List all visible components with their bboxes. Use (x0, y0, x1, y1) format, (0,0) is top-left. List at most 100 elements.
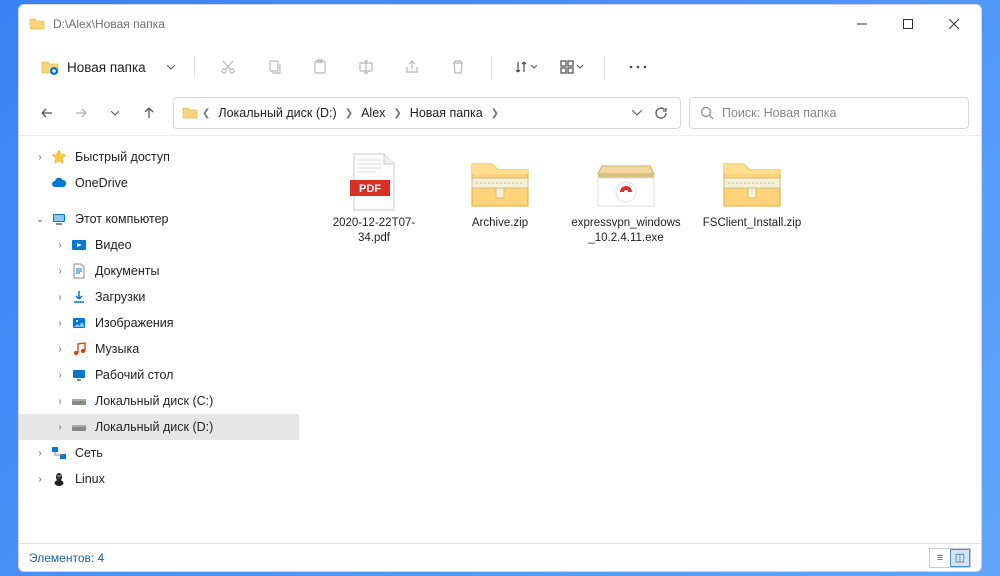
sidebar-item[interactable]: › Linux (19, 466, 299, 492)
navigation-pane[interactable]: ›Быстрый доступ OneDrive ⌄Этот компьютер›В… (19, 136, 299, 543)
pdf-file-icon: PDF (342, 152, 406, 212)
address-row: ❮ Локальный диск (D:) ❯ Alex ❯ Новая пап… (19, 91, 981, 135)
refresh-button[interactable] (654, 106, 668, 120)
svg-text:PDF: PDF (359, 183, 381, 195)
file-item[interactable]: Archive.zip (445, 152, 555, 246)
pc-icon (51, 211, 67, 227)
sidebar-item-label: Загрузки (95, 290, 145, 304)
sidebar-item[interactable]: OneDrive (19, 170, 299, 196)
sort-button[interactable] (504, 50, 546, 84)
item-count: Элементов: 4 (29, 551, 104, 565)
search-placeholder: Поиск: Новая папка (722, 106, 836, 120)
separator (604, 56, 605, 78)
chevron-down-icon[interactable] (632, 110, 642, 116)
expand-toggle[interactable]: › (53, 240, 67, 251)
paste-button[interactable] (299, 50, 341, 84)
view-button[interactable] (550, 50, 592, 84)
back-button[interactable] (31, 97, 63, 129)
video-icon (71, 237, 87, 253)
details-view-button[interactable]: ≡ (930, 549, 950, 567)
body: ›Быстрый доступ OneDrive ⌄Этот компьютер›В… (19, 135, 981, 543)
minimize-button[interactable] (839, 5, 885, 43)
titlebar[interactable]: D:\Alex\Новая папка (19, 5, 981, 43)
new-folder-label: Новая папка (67, 60, 146, 75)
rename-button[interactable] (345, 50, 387, 84)
file-list[interactable]: PDF2020-12-22T07-34.pdfArchive.zip expres… (299, 136, 981, 543)
window-controls (839, 5, 977, 43)
expand-toggle[interactable]: › (33, 448, 47, 459)
sidebar-item-label: Сеть (75, 446, 103, 460)
icons-view-button[interactable]: ◫ (950, 549, 970, 567)
expand-toggle[interactable]: ⌄ (33, 214, 47, 225)
cut-button[interactable] (207, 50, 249, 84)
sidebar-item-label: Рабочий стол (95, 368, 173, 382)
dl-icon (71, 289, 87, 305)
copy-button[interactable] (253, 50, 295, 84)
sidebar-item[interactable]: › Музыка (19, 336, 299, 362)
forward-button[interactable] (65, 97, 97, 129)
breadcrumb-segment[interactable]: Новая папка (406, 106, 487, 120)
file-item[interactable]: expressvpn_windows_10.2.4.11.exe (571, 152, 681, 246)
close-button[interactable] (931, 5, 977, 43)
file-name: expressvpn_windows_10.2.4.11.exe (571, 216, 681, 246)
delete-button[interactable] (437, 50, 479, 84)
window-title: D:\Alex\Новая папка (53, 17, 839, 31)
file-item[interactable]: PDF2020-12-22T07-34.pdf (319, 152, 429, 246)
sidebar-item[interactable]: › Сеть (19, 440, 299, 466)
breadcrumb-segment[interactable]: Alex (357, 106, 389, 120)
expand-toggle[interactable]: › (53, 396, 67, 407)
sidebar-item-label: Музыка (95, 342, 139, 356)
zip-file-icon (468, 152, 532, 212)
status-bar: Элементов: 4 ≡ ◫ (19, 543, 981, 571)
search-icon (700, 106, 714, 120)
expand-toggle[interactable]: › (53, 318, 67, 329)
exe-file-icon (594, 152, 658, 212)
expand-toggle[interactable]: › (53, 370, 67, 381)
expand-toggle[interactable]: › (33, 474, 47, 485)
separator (491, 56, 492, 78)
sidebar-item-label: Локальный диск (C:) (95, 394, 213, 408)
folder-icon (182, 105, 198, 121)
sidebar-item-label: Локальный диск (D:) (95, 420, 213, 434)
more-button[interactable] (617, 50, 659, 84)
new-folder-button[interactable]: Новая папка (31, 50, 156, 84)
expand-toggle[interactable]: › (53, 292, 67, 303)
search-input[interactable]: Поиск: Новая папка (689, 97, 969, 129)
expand-toggle[interactable]: › (53, 266, 67, 277)
sidebar-item[interactable]: ›Быстрый доступ (19, 144, 299, 170)
sidebar-item[interactable]: › Локальный диск (D:) (19, 414, 299, 440)
expand-toggle[interactable]: › (33, 152, 47, 163)
expand-toggle[interactable]: › (53, 344, 67, 355)
separator (194, 56, 195, 78)
sidebar-item[interactable]: › Локальный диск (C:) (19, 388, 299, 414)
sidebar-item[interactable]: ›Видео (19, 232, 299, 258)
sidebar-item-label: OneDrive (75, 176, 128, 190)
chevron-right-icon[interactable]: ❯ (491, 108, 499, 119)
sidebar-item[interactable]: › Рабочий стол (19, 362, 299, 388)
zip-file-icon (720, 152, 784, 212)
file-item[interactable]: FSClient_Install.zip (697, 152, 807, 246)
music-icon (71, 341, 87, 357)
sidebar-item[interactable]: ›Изображения (19, 310, 299, 336)
breadcrumb-segment[interactable]: Локальный диск (D:) (214, 106, 340, 120)
expand-toggle[interactable]: › (53, 422, 67, 433)
sidebar-item[interactable]: › Документы (19, 258, 299, 284)
desk-icon (71, 367, 87, 383)
recent-dropdown[interactable] (99, 97, 131, 129)
chevron-right-icon[interactable]: ❯ (393, 108, 401, 119)
sidebar-item-label: Документы (95, 264, 159, 278)
sidebar-item-label: Linux (75, 472, 105, 486)
sidebar-item[interactable]: ⌄Этот компьютер (19, 206, 299, 232)
new-dropdown[interactable] (160, 50, 182, 84)
chevron-right-icon[interactable]: ❯ (345, 108, 353, 119)
maximize-button[interactable] (885, 5, 931, 43)
doc-icon (71, 263, 87, 279)
view-toggle: ≡ ◫ (929, 548, 971, 568)
explorer-window: D:\Alex\Новая папка Новая папка (18, 4, 982, 572)
up-button[interactable] (133, 97, 165, 129)
address-bar[interactable]: ❮ Локальный диск (D:) ❯ Alex ❯ Новая пап… (173, 97, 681, 129)
share-button[interactable] (391, 50, 433, 84)
file-name: FSClient_Install.zip (703, 216, 801, 231)
chevron-right-icon[interactable]: ❮ (202, 108, 210, 119)
sidebar-item[interactable]: › Загрузки (19, 284, 299, 310)
